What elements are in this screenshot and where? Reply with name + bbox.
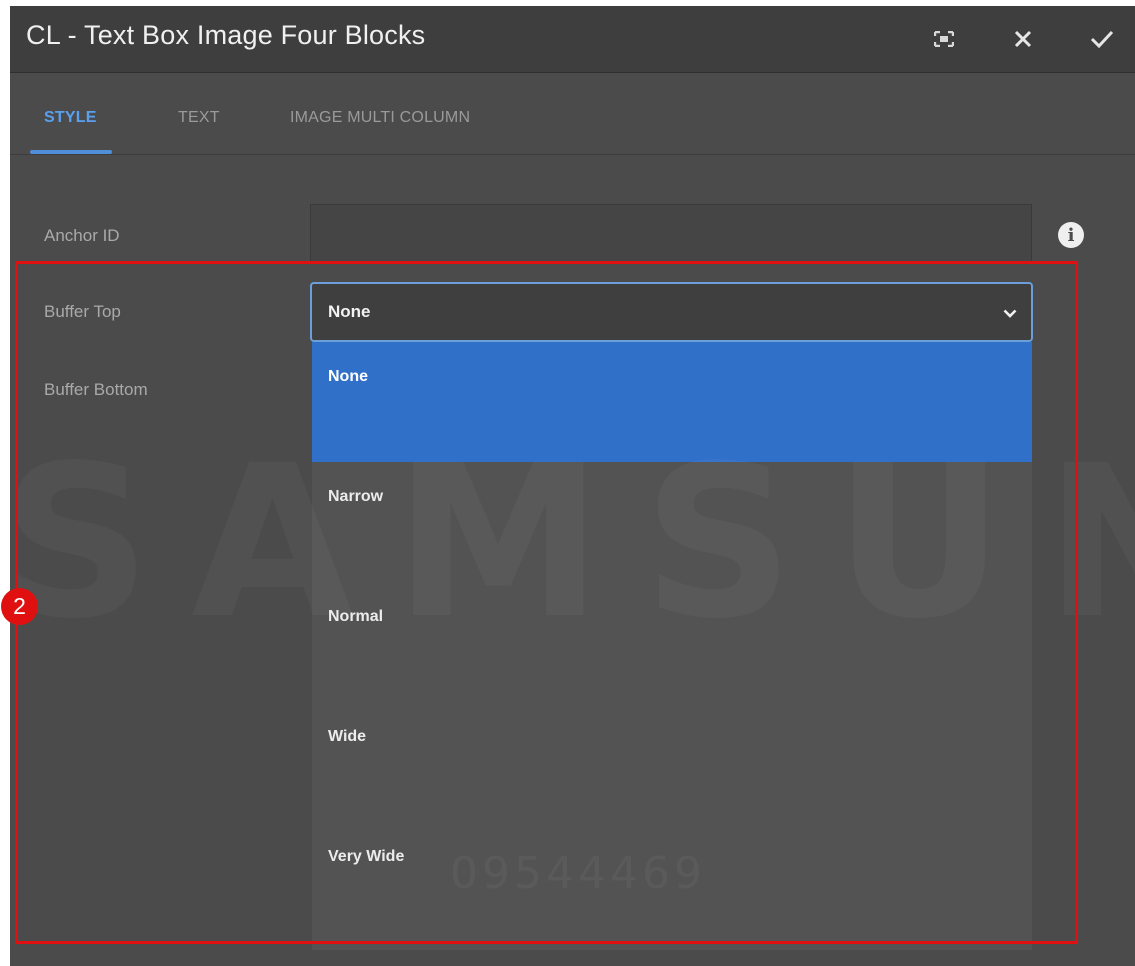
tab-style[interactable]: STYLE bbox=[44, 109, 97, 127]
active-tab-indicator bbox=[30, 150, 112, 154]
buffer-top-label: Buffer Top bbox=[44, 302, 121, 321]
dropdown-option-narrow[interactable]: Narrow bbox=[312, 462, 1032, 582]
annotation-badge: 2 bbox=[1, 588, 38, 625]
check-icon bbox=[1090, 30, 1114, 48]
dropdown-option-very-wide[interactable]: Very Wide bbox=[312, 822, 1032, 942]
fullscreen-button[interactable] bbox=[927, 22, 961, 56]
dropdown-option-wide[interactable]: Wide bbox=[312, 702, 1032, 822]
dialog-title: CL - Text Box Image Four Blocks bbox=[26, 20, 426, 50]
tab-bar: STYLE TEXT IMAGE MULTI COLUMN bbox=[10, 73, 1135, 155]
close-icon bbox=[1014, 30, 1032, 48]
buffer-top-dropdown: None Narrow Normal Wide Very Wide bbox=[312, 342, 1032, 950]
dropdown-option-normal[interactable]: Normal bbox=[312, 582, 1032, 702]
anchor-id-label: Anchor ID bbox=[44, 226, 120, 245]
tab-image-multi-column[interactable]: IMAGE MULTI COLUMN bbox=[290, 109, 470, 127]
dropdown-option-none[interactable]: None bbox=[312, 342, 1032, 462]
buffer-bottom-label: Buffer Bottom bbox=[44, 380, 148, 399]
anchor-id-input[interactable] bbox=[310, 204, 1032, 264]
buffer-top-select[interactable]: None bbox=[310, 282, 1033, 342]
chevron-down-icon bbox=[1003, 306, 1017, 324]
confirm-button[interactable] bbox=[1085, 22, 1119, 56]
fullscreen-icon bbox=[934, 31, 954, 47]
tab-text[interactable]: TEXT bbox=[178, 109, 220, 127]
info-icon[interactable]: i bbox=[1058, 222, 1084, 248]
dialog-titlebar: CL - Text Box Image Four Blocks bbox=[10, 6, 1135, 73]
close-button[interactable] bbox=[1006, 22, 1040, 56]
dialog: CL - Text Box Image Four Blocks STYLE TE… bbox=[10, 6, 1135, 966]
buffer-top-value: None bbox=[328, 302, 371, 321]
